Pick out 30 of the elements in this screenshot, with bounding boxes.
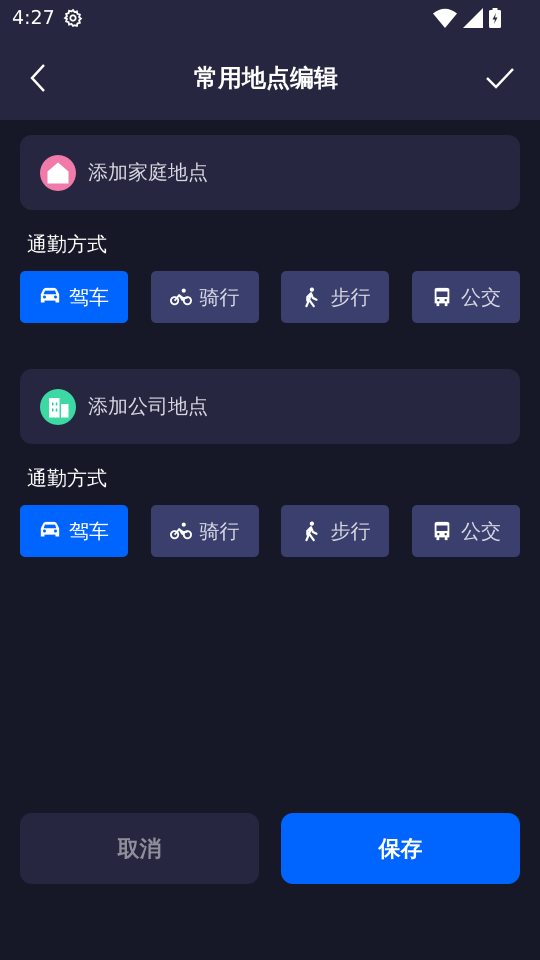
house-icon [40,154,76,190]
commute-mode-tab[interactable]: 骑行 [150,271,259,323]
page-title: 常用地点编辑 [194,63,338,94]
commute-mode-tab[interactable]: 步行 [281,271,390,323]
commute-label: 通勤方式 [27,231,108,258]
commute-mode-tab[interactable]: 驾车 [20,505,128,557]
cyclist-icon [170,286,192,308]
commute-mode-tab[interactable]: 公交 [412,505,520,557]
battery-icon [489,8,501,28]
check-icon [486,67,514,89]
gear-icon [62,8,83,28]
back-button[interactable] [30,64,46,92]
clock-time: 4:27 [12,7,55,29]
place-label: 添加家庭地点 [88,159,208,186]
place-field[interactable]: 添加公司地点 [20,369,520,444]
confirm-button[interactable] [486,67,514,89]
cancel-button[interactable]: 取消 [20,813,259,884]
commute-label: 通勤方式 [27,465,108,492]
building-icon [40,388,76,424]
save-button[interactable]: 保存 [281,813,520,884]
commute-mode-tab[interactable]: 骑行 [150,505,259,557]
commute-mode-tab[interactable]: 驾车 [20,271,128,323]
wifi-icon [433,8,457,28]
place-field[interactable]: 添加家庭地点 [20,135,520,210]
commute-mode-tab[interactable]: 公交 [412,271,520,323]
commute-mode-tab[interactable]: 步行 [281,505,390,557]
signal-icon [463,8,483,28]
back-icon [30,64,46,92]
cyclist-icon [170,520,192,542]
place-label: 添加公司地点 [88,393,208,420]
